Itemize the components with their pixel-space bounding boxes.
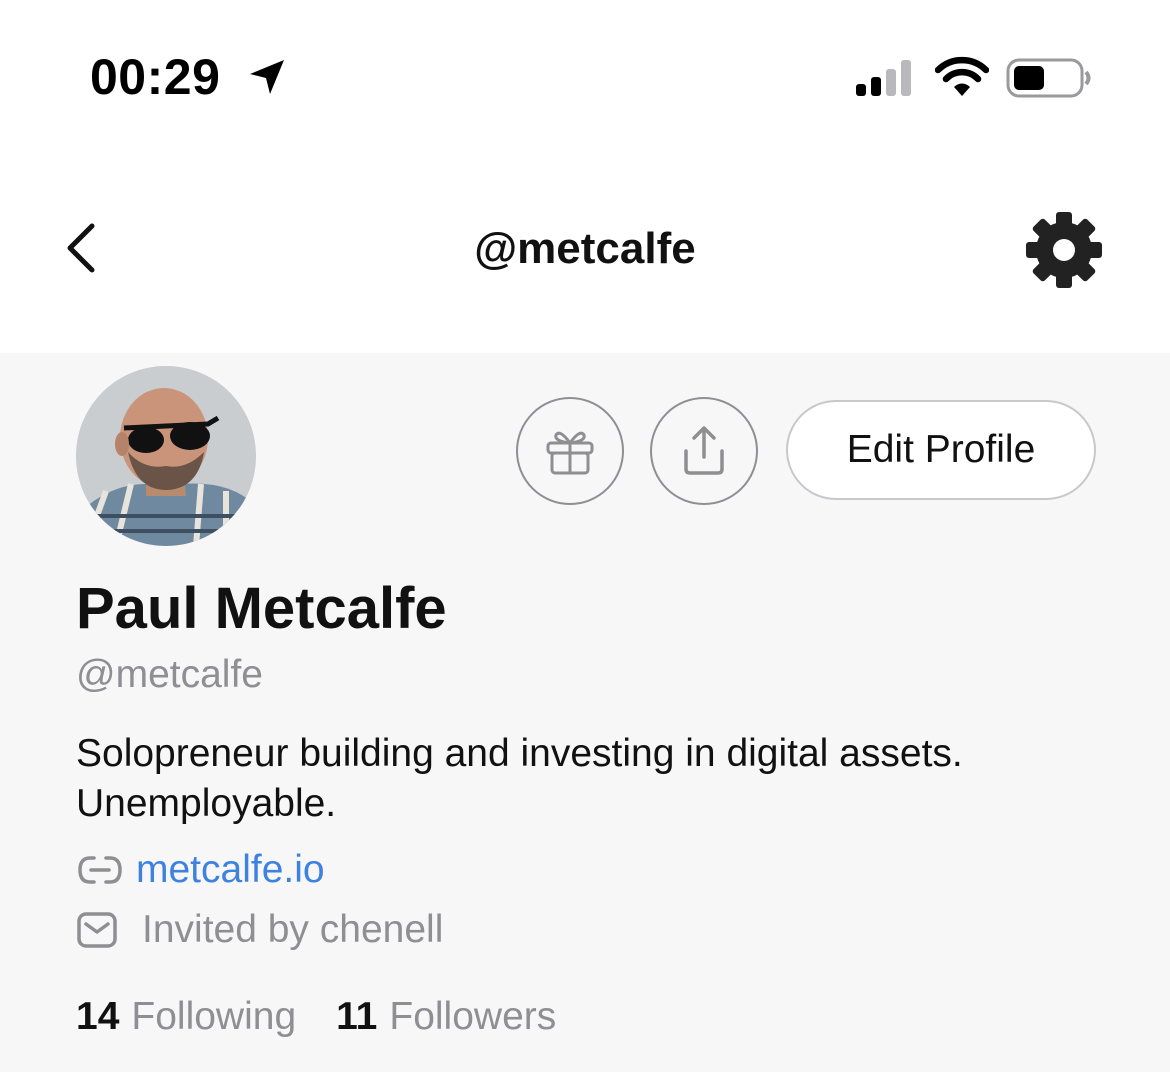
following-stat[interactable]: 14 Following	[76, 995, 296, 1039]
gift-icon	[546, 431, 594, 475]
share-button[interactable]	[650, 397, 758, 505]
follow-stats: 14 Following 11 Followers	[76, 995, 556, 1039]
battery-icon	[1006, 58, 1091, 98]
invited-by-text[interactable]: Invited by chenell	[142, 908, 443, 952]
location-arrow-icon	[250, 60, 284, 94]
followers-count: 11	[336, 995, 378, 1038]
gear-icon[interactable]	[1024, 210, 1104, 290]
invited-by-row: Invited by chenell	[76, 907, 443, 953]
profile-screen: 00:29 @metcalfe Edit Profile Paul Metcal…	[0, 0, 1170, 1072]
gift-button[interactable]	[516, 397, 624, 505]
status-time: 00:29	[90, 49, 221, 105]
envelope-icon	[77, 912, 117, 948]
nav-title: @metcalfe	[474, 224, 696, 273]
status-bar: 00:29	[0, 0, 1170, 150]
followers-stat[interactable]: 11 Followers	[336, 995, 556, 1039]
display-name: Paul Metcalfe	[76, 576, 447, 641]
share-icon	[684, 426, 724, 475]
cellular-signal-icon	[856, 60, 911, 96]
following-label: Following	[131, 995, 297, 1038]
following-count: 14	[76, 995, 120, 1038]
followers-label: Followers	[389, 995, 557, 1038]
avatar[interactable]	[76, 366, 256, 546]
website-link[interactable]: metcalfe.io	[136, 848, 325, 892]
wifi-icon	[935, 56, 989, 96]
profile-handle: @metcalfe	[76, 653, 263, 696]
website-row: metcalfe.io	[76, 847, 325, 893]
profile-section: Edit Profile Paul Metcalfe @metcalfe Sol…	[0, 353, 1170, 1072]
link-icon	[78, 856, 122, 884]
edit-profile-button[interactable]: Edit Profile	[786, 400, 1096, 500]
profile-bio: Solopreneur building and investing in di…	[76, 732, 963, 825]
avatar-photo	[76, 366, 256, 546]
nav-bar: @metcalfe	[0, 150, 1170, 353]
